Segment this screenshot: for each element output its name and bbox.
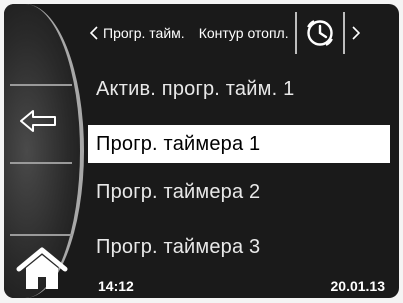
header: Прогр. тайм. Контур отопл. bbox=[84, 12, 399, 54]
menu-item-timer-program-3[interactable]: Прогр. таймера 3 bbox=[84, 228, 394, 266]
clock-button[interactable] bbox=[297, 12, 343, 54]
current-date: 20.01.13 bbox=[330, 278, 386, 294]
chevron-right-icon bbox=[352, 26, 360, 40]
home-button[interactable] bbox=[12, 244, 72, 294]
clock-time: 14:12 bbox=[98, 278, 134, 294]
next-button[interactable] bbox=[345, 12, 367, 54]
menu-item-timer-program-2[interactable]: Прогр. таймера 2 bbox=[84, 173, 394, 211]
home-icon bbox=[16, 247, 68, 289]
sidebar-divider bbox=[10, 234, 72, 236]
menu-item-timer-program-1[interactable]: Прогр. таймера 1 bbox=[88, 125, 390, 163]
device-screen: Прогр. тайм. Контур отопл. Актив. прогр.… bbox=[4, 4, 399, 298]
chevron-left-icon bbox=[90, 26, 98, 40]
status-bar: 14:12 20.01.13 bbox=[84, 274, 399, 298]
sidebar bbox=[4, 4, 84, 298]
clock-icon bbox=[306, 20, 333, 46]
sidebar-divider bbox=[10, 162, 72, 164]
header-current-label: Контур отопл. bbox=[198, 25, 289, 41]
header-back-label: Прогр. тайм. bbox=[103, 25, 185, 41]
header-back-link[interactable]: Прогр. тайм. bbox=[84, 12, 185, 54]
menu-item-activate-timer-program[interactable]: Актив. прогр. тайм. 1 bbox=[84, 70, 394, 108]
back-button[interactable] bbox=[16, 104, 62, 138]
arrow-left-icon bbox=[20, 110, 56, 132]
sidebar-divider bbox=[10, 84, 72, 86]
